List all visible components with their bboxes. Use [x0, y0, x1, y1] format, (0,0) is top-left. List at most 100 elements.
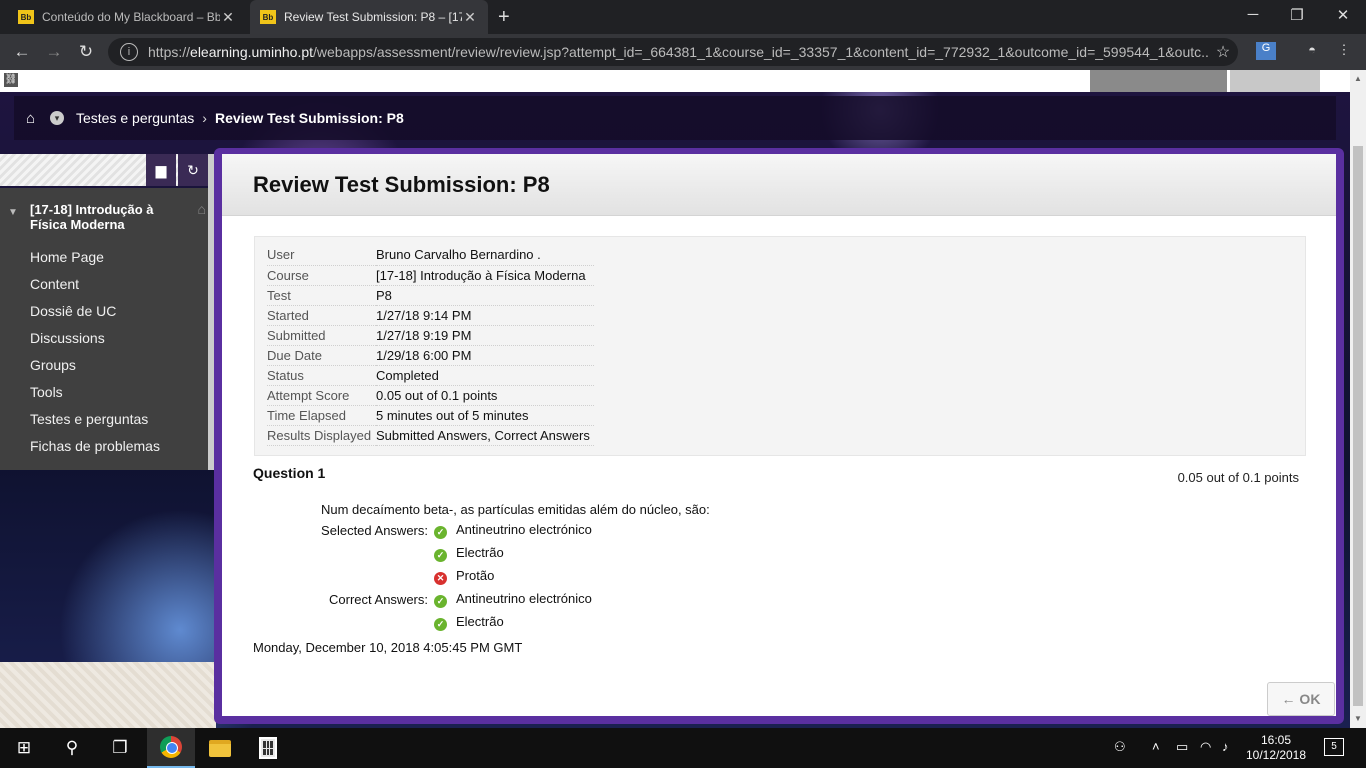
sidebar-item-fichas[interactable]: Fichas de problemas: [0, 433, 208, 460]
scroll-up-icon[interactable]: ▲: [1350, 74, 1366, 83]
info-icon[interactable]: i: [120, 43, 138, 61]
summary-key: Status: [267, 365, 376, 386]
selected-answer: ✓ Electrão: [434, 542, 504, 562]
summary-value: 1/27/18 9:19 PM: [376, 325, 594, 346]
tab-title: Review Test Submission: P8 – [17-: [284, 10, 462, 24]
tab-blackboard-content[interactable]: Bb Conteúdo do My Blackboard – Bb ✕: [8, 0, 246, 34]
summary-value: 5 minutes out of 5 minutes: [376, 405, 594, 426]
correct-answer: ✓ Antineutrino electrónico: [434, 588, 592, 608]
tab-review-test[interactable]: Bb Review Test Submission: P8 – [17- ✕: [250, 0, 488, 34]
home-icon[interactable]: ⌂: [26, 110, 44, 127]
menu-icon[interactable]: ⋮: [1334, 42, 1354, 60]
top-action-button[interactable]: [1230, 70, 1320, 92]
summary-row: Status Completed: [267, 365, 594, 386]
selected-answers-label: Selected Answers:: [321, 523, 428, 538]
people-icon[interactable]: ⚇: [1114, 739, 1126, 755]
folder-icon[interactable]: ▆: [146, 154, 176, 186]
scrollbar-thumb[interactable]: [1353, 146, 1363, 706]
correct-answers-label: Correct Answers:: [329, 592, 428, 607]
summary-value: P8: [376, 285, 594, 306]
summary-key: Attempt Score: [267, 385, 376, 406]
browser-tabbar: Bb Conteúdo do My Blackboard – Bb ✕ Bb R…: [0, 0, 1366, 34]
ok-button[interactable]: ← OK: [1267, 682, 1335, 716]
summary-value: [17-18] Introdução à Física Moderna: [376, 265, 594, 286]
question-text: Num decaímento beta-, as partículas emit…: [321, 502, 710, 517]
selected-answer: ✕ Protão: [434, 565, 494, 585]
chrome-taskbar-icon[interactable]: [147, 728, 195, 768]
notifications-icon[interactable]: 5: [1324, 738, 1344, 756]
incognito-extension-icon[interactable]: ◓: [1302, 42, 1322, 60]
answer-text: Electrão: [456, 544, 504, 560]
summary-value: Bruno Carvalho Bernardino .: [376, 245, 594, 266]
summary-table: User Bruno Carvalho Bernardino . Course [17…: [267, 245, 594, 446]
url-text[interactable]: https://elearning.uminho.pt/webapps/asse…: [148, 44, 1208, 60]
summary-value: 0.05 out of 0.1 points: [376, 385, 594, 406]
sidebar-item-content[interactable]: Content: [0, 271, 208, 298]
sidebar-footer-pattern: [0, 662, 216, 728]
restore-icon[interactable]: ❐: [1274, 6, 1320, 24]
sidebar-item-discussions[interactable]: Discussions: [0, 325, 208, 352]
new-tab-button[interactable]: +: [498, 6, 510, 29]
chrome-logo-icon: [160, 736, 182, 758]
address-bar[interactable]: i https://elearning.uminho.pt/webapps/as…: [108, 38, 1238, 66]
page-viewport: ⛓ ⌂ ▾ Testes e perguntas › Review Test S…: [0, 70, 1350, 728]
top-menu-button[interactable]: [1090, 70, 1227, 92]
sidebar-item-home-page[interactable]: Home Page: [0, 244, 208, 271]
summary-row: Course [17-18] Introdução à Física Modern…: [267, 265, 594, 286]
close-window-icon[interactable]: ✕: [1320, 6, 1366, 24]
selected-answer: ✓ Antineutrino electrónico: [434, 519, 592, 539]
translate-extension-icon[interactable]: G: [1256, 42, 1276, 60]
reload-icon[interactable]: ↻: [74, 42, 98, 62]
task-view-icon[interactable]: ❐: [96, 728, 144, 768]
course-home-icon[interactable]: ⌂: [198, 202, 206, 217]
breadcrumb-separator: ›: [202, 110, 207, 126]
calculator-icon[interactable]: [244, 728, 292, 768]
page-scrollbar[interactable]: ▲ ▼: [1350, 70, 1366, 728]
bookmark-star-icon[interactable]: ☆: [1208, 42, 1238, 62]
search-icon[interactable]: ⚲: [48, 728, 96, 768]
file-explorer-icon[interactable]: [196, 728, 244, 768]
caret-down-icon[interactable]: ▼: [8, 205, 18, 220]
folder-logo-icon: [209, 739, 231, 757]
sidebar-item-dossie[interactable]: Dossiê de UC: [0, 298, 208, 325]
url-host: elearning.uminho.pt: [190, 44, 314, 60]
correct-check-icon: ✓: [434, 617, 447, 631]
summary-key: Course: [267, 265, 376, 286]
volume-icon[interactable]: ♪: [1222, 739, 1229, 754]
scroll-down-icon[interactable]: ▼: [1350, 714, 1366, 723]
clock-date: 10/12/2018: [1245, 748, 1307, 762]
minimize-icon[interactable]: ─: [1230, 6, 1276, 23]
back-icon[interactable]: ←: [10, 42, 34, 62]
link-icon[interactable]: ⛓: [4, 73, 18, 87]
answer-text: Electrão: [456, 613, 504, 629]
answer-text: Protão: [456, 567, 495, 583]
forward-icon[interactable]: →: [42, 42, 66, 62]
page-title: Review Test Submission: P8: [253, 172, 550, 197]
system-clock[interactable]: 16:05 10/12/2018: [1236, 733, 1316, 763]
windows-start-icon[interactable]: ⊞: [0, 728, 48, 768]
close-icon[interactable]: ✕: [220, 9, 236, 26]
summary-row: Attempt Score 0.05 out of 0.1 points: [267, 385, 594, 406]
clock-time: 16:05: [1260, 733, 1292, 747]
chevron-down-icon[interactable]: ▾: [50, 111, 64, 125]
sidebar-item-groups[interactable]: Groups: [0, 352, 208, 379]
question-title: Question 1: [253, 465, 326, 481]
answer-text: Antineutrino electrónico: [456, 590, 592, 606]
sidebar-item-tools[interactable]: Tools: [0, 379, 208, 406]
sidebar-item-testes[interactable]: Testes e perguntas: [0, 406, 208, 433]
breadcrumb-item[interactable]: Testes e perguntas: [76, 110, 194, 126]
wifi-icon[interactable]: ◠: [1200, 739, 1211, 755]
correct-check-icon: ✓: [434, 525, 447, 539]
summary-key: Test: [267, 285, 376, 306]
summary-row: Submitted 1/27/18 9:19 PM: [267, 325, 594, 346]
summary-key: Started: [267, 305, 376, 326]
generated-timestamp: Monday, December 10, 2018 4:05:45 PM GMT: [253, 640, 523, 655]
course-title[interactable]: ▼ [17-18] Introdução à Física Moderna ⌂: [0, 202, 208, 233]
close-icon[interactable]: ✕: [462, 9, 478, 26]
summary-row: User Bruno Carvalho Bernardino .: [267, 245, 594, 266]
battery-icon[interactable]: ▭: [1176, 739, 1188, 755]
refresh-icon[interactable]: ↻: [178, 154, 208, 186]
browser-toolbar: ← → ↻ i https://elearning.uminho.pt/weba…: [0, 34, 1366, 70]
tab-title: Conteúdo do My Blackboard – Bb: [42, 10, 220, 24]
chevron-up-icon[interactable]: ˄: [1152, 739, 1160, 754]
